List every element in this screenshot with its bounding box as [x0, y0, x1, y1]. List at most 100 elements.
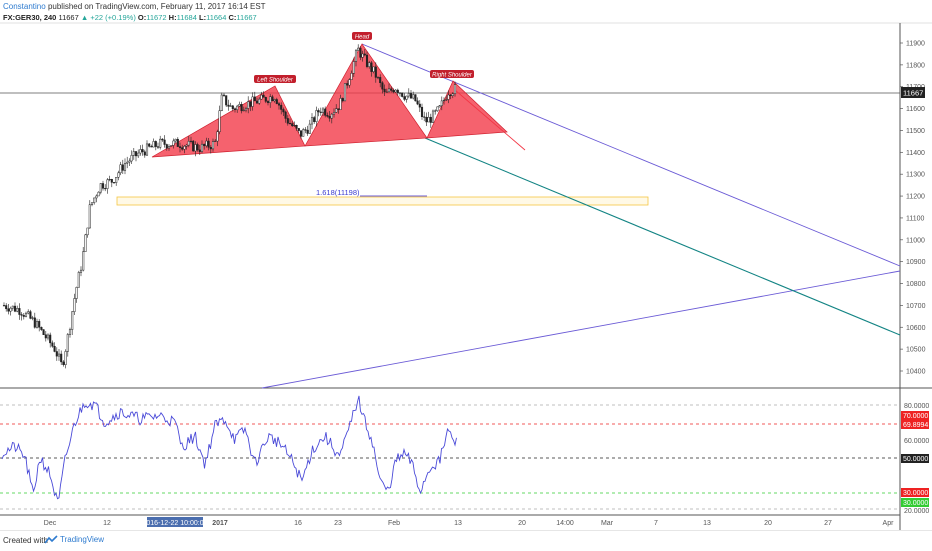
candle-body [310, 117, 314, 125]
candle-body [363, 53, 366, 56]
candle-body [143, 151, 146, 156]
rsi-tick-60: 60.0000 [904, 438, 929, 445]
candle-body [203, 143, 206, 147]
candle-body [126, 161, 129, 164]
price-tick-label: 10500 [906, 347, 926, 354]
candle-body [101, 183, 105, 189]
candle-body [387, 88, 391, 93]
candle-body [262, 94, 265, 98]
chart-canvas[interactable]: 1190011800117001160011500114001130011200… [0, 0, 932, 530]
candle-body [407, 93, 410, 97]
candle-body [231, 105, 234, 109]
candle-body [418, 103, 421, 108]
candle-body [187, 141, 190, 146]
right-shoulder-shape[interactable] [426, 80, 508, 139]
time-tick-label: 13 [703, 520, 711, 527]
candle-body [273, 99, 276, 102]
candle-body [211, 141, 215, 150]
candle-body [42, 329, 45, 335]
candle-body [304, 129, 307, 131]
candle-body [302, 129, 305, 137]
price-tick-label: 10900 [906, 259, 926, 266]
candle-body [394, 89, 397, 93]
rsi-tick-20: 20.0000 [904, 508, 929, 515]
candle-body [121, 164, 124, 171]
candle-body [11, 305, 14, 309]
candle-body [429, 116, 432, 123]
candle-body [189, 140, 193, 142]
candle-body [286, 118, 289, 124]
candle-body [385, 91, 388, 93]
candle-body [31, 317, 34, 319]
left-shoulder-shape[interactable] [151, 85, 306, 158]
candle-body [321, 108, 325, 113]
candle-body [416, 100, 419, 105]
candle-body [328, 116, 331, 119]
candle-body [383, 88, 386, 93]
rsi-tick-70: 70.0000 [903, 413, 928, 420]
candle-body [412, 94, 415, 99]
candle-body [269, 96, 272, 103]
rsi-tick-80: 80.0000 [904, 403, 929, 410]
candle-body [79, 269, 83, 273]
candle-body [62, 361, 65, 365]
candle-body [341, 98, 344, 102]
candle-body [258, 98, 261, 104]
time-tick-label: 20 [764, 520, 772, 527]
candle-body [130, 155, 133, 162]
candle-body [145, 143, 149, 156]
candle-body [148, 143, 151, 147]
candle-body [134, 151, 138, 157]
candle-body [167, 146, 171, 149]
candle-body [453, 84, 457, 95]
candle-body [442, 99, 446, 102]
candle-body [18, 308, 21, 315]
tradingview-logo-icon[interactable] [44, 535, 58, 547]
candle-body [71, 311, 74, 330]
price-tick-label: 11900 [906, 41, 925, 48]
time-axis[interactable]: Dec 12 2016-12-22 10:00:00 2017 16 23 Feb 13 20 1… [44, 517, 894, 527]
candle-body [260, 94, 263, 100]
candle-body [359, 47, 362, 58]
time-tick-label: Mar [601, 520, 614, 527]
footer: Created with TradingView [0, 530, 932, 551]
candle-body [295, 124, 298, 129]
candle-body [49, 334, 52, 344]
candle-body [196, 144, 199, 151]
candle-body [128, 160, 131, 163]
candle-body [451, 93, 454, 96]
fib-extension-box[interactable] [116, 196, 649, 206]
lower-trendline[interactable] [261, 270, 901, 389]
candle-body [339, 98, 342, 110]
candle-body [354, 50, 358, 62]
candle-body [123, 163, 127, 171]
candle-body [346, 83, 349, 86]
candle-body [280, 104, 283, 110]
candle-body [90, 202, 94, 206]
candle-body [326, 115, 329, 117]
candle-body [132, 151, 135, 156]
candle-body [271, 96, 274, 102]
price-tick-label: 10700 [906, 303, 926, 310]
candle-body [244, 108, 248, 111]
candle-body [293, 124, 296, 127]
candle-body [44, 334, 47, 339]
candle-body [209, 147, 212, 150]
candle-body [379, 77, 382, 84]
candle-body [236, 105, 239, 110]
price-tick-label: 10800 [906, 281, 926, 288]
candle-body [112, 182, 116, 184]
candle-body [86, 227, 89, 236]
candle-body [170, 145, 173, 147]
candle-body [222, 94, 226, 96]
candle-body [88, 204, 91, 229]
candle-body [348, 79, 351, 86]
rsi-line[interactable] [1, 395, 457, 500]
fib-label: 1.618(11198) [316, 188, 360, 197]
time-tick-label: Feb [388, 520, 400, 527]
candle-body [247, 101, 250, 109]
candle-body [104, 188, 107, 190]
time-tick-label: 23 [334, 520, 342, 527]
tradingview-brand[interactable]: TradingView [60, 535, 104, 544]
candle-body [299, 130, 303, 137]
